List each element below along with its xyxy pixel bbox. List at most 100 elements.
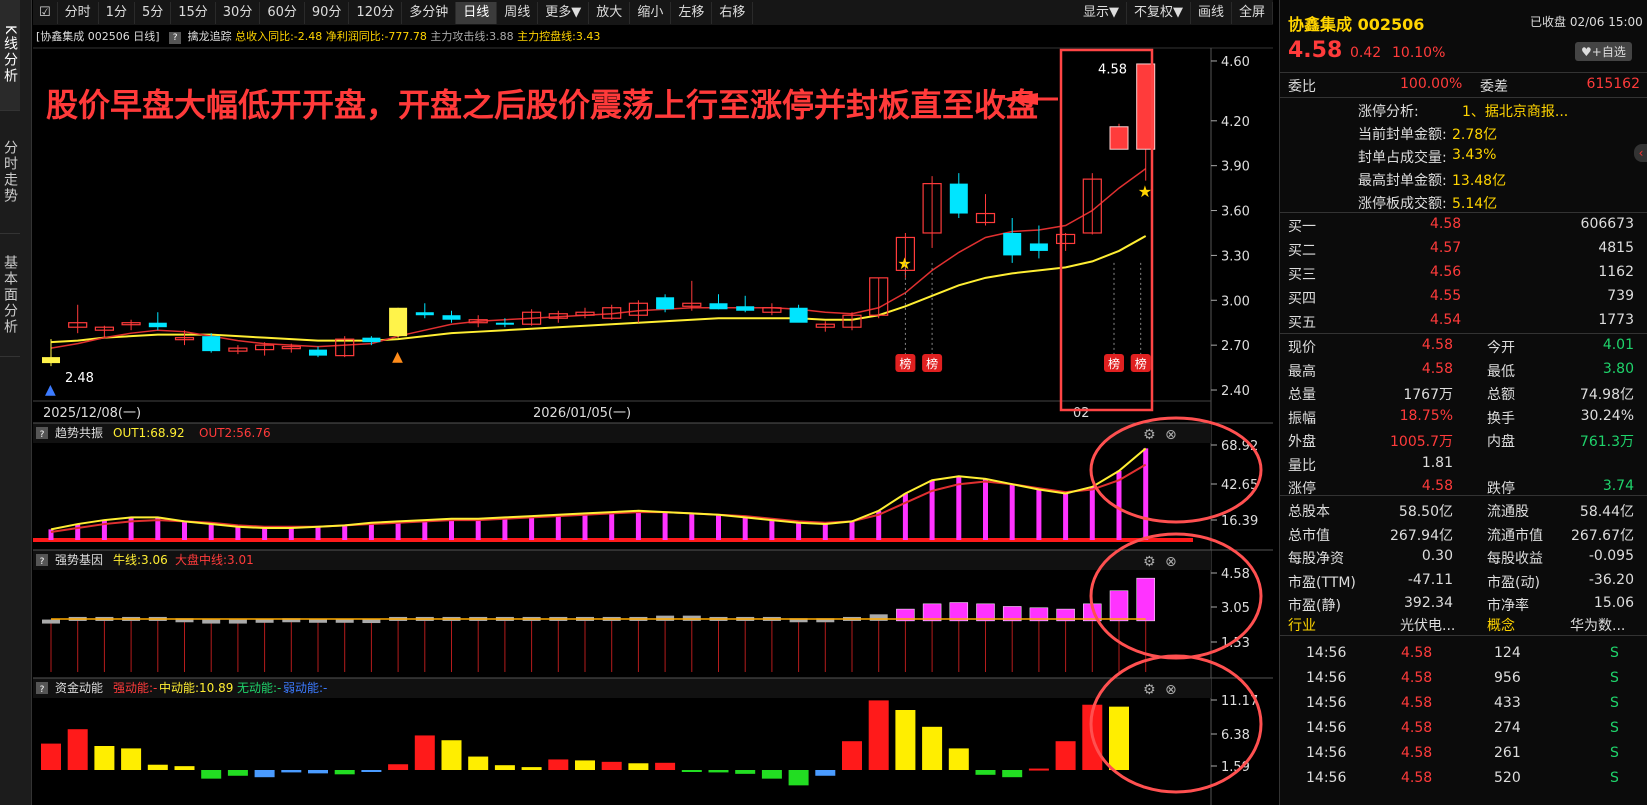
flow-bar (975, 770, 996, 775)
flow-bar (67, 729, 88, 770)
buy-volume: 1162 (1598, 264, 1634, 280)
fund-value: 15.06 (1593, 595, 1634, 611)
tick-time: 14:56 (1306, 695, 1347, 711)
flow-bar (948, 748, 969, 770)
low-price-label: 2.48 (65, 371, 94, 386)
tab-intraday[interactable]: 分时走势 (0, 111, 20, 234)
add-watchlist-button[interactable]: ♥+自选 (1575, 42, 1632, 61)
tick-time: 14:56 (1306, 720, 1347, 736)
price-axis-label: 3.30 (1221, 249, 1250, 264)
fund-label: 市盈(动) (1487, 574, 1540, 591)
limit-label: 最高封单金额: (1358, 173, 1447, 189)
flow-bar (227, 770, 248, 776)
help-icon-label: ? (40, 557, 45, 567)
bang-label: 榜 (926, 356, 938, 371)
trend-out1-line (50, 447, 1147, 531)
gene-bar (1136, 577, 1155, 622)
ma-short-line (50, 168, 1147, 349)
candle-body (442, 315, 461, 320)
limit-value: 5.14亿 (1452, 196, 1498, 212)
left-tab-bar: K线分析 分时走势 基本面分析 (0, 0, 32, 805)
flow-bar (1028, 768, 1049, 771)
flow-bar (254, 770, 275, 778)
high-price-label: 4.58 (1098, 62, 1127, 77)
buy-row: 买五 4.54 1773 (1280, 309, 1647, 332)
fund-label: 流通市值 (1487, 527, 1543, 544)
candle-body (362, 337, 381, 343)
stat-value: 1005.7万 (1390, 434, 1453, 450)
tick-row: 14:56 4.58 956 S (1280, 667, 1647, 690)
price-pct: 10.10% (1392, 45, 1446, 61)
limit-label: 涨停板成交额: (1358, 196, 1447, 212)
flow-bar (468, 756, 489, 770)
tick-volume: 261 (1494, 745, 1521, 761)
help-icon-label: ? (40, 685, 45, 695)
quote-panel: 协鑫集成 002506 已收盘 02/06 15:00 4.58 0.42 10… (1279, 0, 1647, 805)
flow-bar (628, 763, 649, 770)
stat-value: 18.75% (1399, 407, 1453, 424)
panel-axis-label: 3.05 (1221, 601, 1250, 616)
gene-bar (949, 602, 969, 622)
price-axis-label: 2.70 (1221, 339, 1250, 354)
tab-kline[interactable]: K线分析 (0, 0, 20, 111)
panel-value: 强动能:- (113, 681, 157, 695)
stat-value: 74.98亿 (1579, 387, 1634, 403)
tick-side: S (1610, 645, 1619, 661)
tick-side: S (1610, 770, 1619, 786)
tick-row: 14:56 4.58 261 S (1280, 742, 1647, 765)
flow-bar (1002, 770, 1023, 778)
tick-side: S (1610, 670, 1619, 686)
gear-icon: ⚙ (1143, 554, 1156, 570)
buy-level: 买四 (1288, 291, 1316, 307)
panel-title: 趋势共振 (55, 426, 103, 440)
tab-fundamental[interactable]: 基本面分析 (0, 234, 20, 357)
price-axis-label: 2.40 (1221, 384, 1250, 399)
fund-value: 267.67亿 (1571, 527, 1634, 544)
fund-label: 总市值 (1288, 527, 1330, 544)
buy-volume: 606673 (1580, 216, 1634, 232)
limit-value: 13.48亿 (1452, 173, 1507, 189)
date-axis-label: 2026/01/05(一) (533, 406, 631, 421)
buy-row: 买四 4.55 739 (1280, 285, 1647, 308)
gene-bar (656, 615, 675, 621)
rocket-icon: ▲ (45, 382, 56, 398)
gear-icon: ⚙ (1143, 427, 1156, 443)
limit-label: 涨停分析: (1358, 104, 1419, 120)
limit-label: 当前封单金额: (1358, 127, 1447, 143)
fund-row: 市盈(TTM) -47.11 市盈(动) -36.20 (1280, 569, 1647, 592)
limit-row: 涨停板成交额: 5.14亿 (1280, 190, 1647, 213)
industry-row: 行业 光伏电... 概念 华为数... (1280, 612, 1647, 635)
close-icon: ⊗ (1165, 554, 1177, 570)
flow-bar (388, 764, 409, 770)
candle-body (415, 312, 434, 316)
stat-label: 量比 (1288, 457, 1316, 474)
webi-value: 100.00% (1400, 76, 1463, 92)
flow-bar (1055, 741, 1076, 770)
stat-label: 内盘 (1487, 434, 1515, 450)
buy-volume: 4815 (1598, 240, 1634, 256)
limit-label: 封单占成交量: (1358, 150, 1447, 166)
buy-price: 4.57 (1430, 240, 1462, 256)
tick-volume: 124 (1494, 645, 1521, 661)
stat-row: 最高 4.58 最低 3.80 (1280, 358, 1647, 381)
fund-value: -47.11 (1407, 571, 1453, 588)
tick-price: 4.58 (1401, 670, 1433, 686)
tick-side: S (1610, 720, 1619, 736)
fund-row: 总股本 58.50亿 流通股 58.44亿 (1280, 498, 1647, 521)
gene-bar (1109, 590, 1129, 622)
panel-title: 资金动能 (55, 680, 103, 695)
stat-value: 1767万 (1403, 387, 1453, 403)
panel-value: 大盘中线:3.01 (175, 552, 254, 567)
tick-price: 4.58 (1401, 745, 1433, 761)
panel-title: 强势基因 (55, 553, 103, 567)
limit-value: 2.78亿 (1452, 127, 1498, 143)
tick-price: 4.58 (1401, 720, 1433, 736)
tick-time: 14:56 (1306, 745, 1347, 761)
buy-level: 买五 (1288, 315, 1316, 331)
flow-bar (147, 764, 168, 770)
tick-row: 14:56 4.58 433 S (1280, 692, 1647, 715)
stat-row: 涨停 4.58 跌停 3.74 (1280, 475, 1647, 498)
tick-volume: 274 (1494, 720, 1521, 736)
price-axis-label: 3.60 (1221, 205, 1250, 220)
stat-value: 30.24% (1580, 407, 1634, 424)
